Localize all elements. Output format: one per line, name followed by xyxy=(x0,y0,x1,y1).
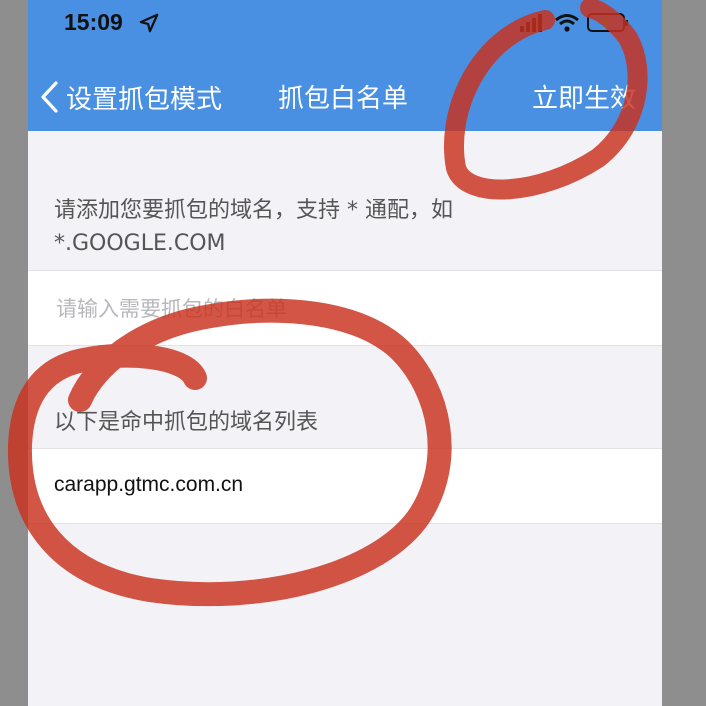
whitelist-input-row xyxy=(28,270,662,346)
matched-domains-label: 以下是命中抓包的域名列表 xyxy=(54,410,319,435)
whitelist-hint: 请添加您要抓包的域名，支持 * 通配，如 *.GOOGLE.COM xyxy=(54,198,453,256)
whitelist-input[interactable] xyxy=(54,289,618,329)
back-button-label: 设置抓包模式 xyxy=(66,84,223,115)
status-icons xyxy=(520,13,628,32)
chevron-left-icon xyxy=(41,81,58,113)
battery-charging-icon xyxy=(587,13,628,32)
location-arrow-icon xyxy=(139,13,159,33)
phone-screen: 15:09 设置抓包模式 抓包白名单 立即生效 请添加您要抓包的域名，支持 * … xyxy=(28,0,662,706)
back-button[interactable]: 设置抓包模式 xyxy=(38,76,222,118)
wifi-icon xyxy=(555,14,579,32)
status-time: 15:09 xyxy=(64,9,123,35)
page-title: 抓包白名单 xyxy=(278,84,409,114)
domain-text: carapp.gtmc.com.cn xyxy=(54,473,244,496)
signal-icon xyxy=(520,14,542,32)
nav-header: 15:09 设置抓包模式 抓包白名单 立即生效 xyxy=(28,0,662,131)
list-item[interactable]: carapp.gtmc.com.cn xyxy=(28,448,662,524)
apply-now-button[interactable]: 立即生效 xyxy=(532,78,636,115)
